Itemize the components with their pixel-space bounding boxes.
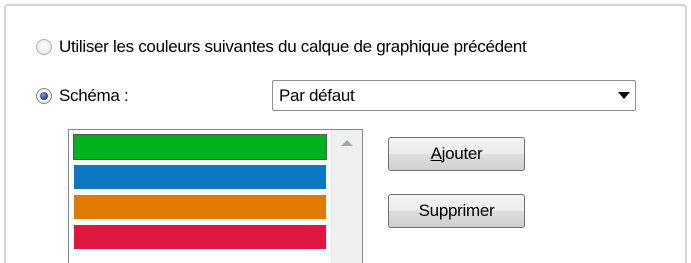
remove-button[interactable]: Supprimer <box>388 194 525 228</box>
color-swatch[interactable] <box>73 134 327 160</box>
scheme-label: Schéma : <box>59 86 129 105</box>
color-swatch[interactable] <box>73 194 327 220</box>
use-previous-colors-label: Utiliser les couleurs suivantes du calqu… <box>59 37 527 56</box>
scheme-dropdown-value: Par défaut <box>279 85 355 105</box>
color-swatch[interactable] <box>73 164 327 190</box>
scheme-dropdown[interactable]: Par défaut <box>272 80 636 111</box>
chevron-down-icon[interactable] <box>613 81 635 110</box>
remove-button-label: Supprimer <box>418 201 495 220</box>
add-button-label: jouter <box>441 144 483 163</box>
color-swatches <box>73 134 327 254</box>
scheme-option[interactable]: Schéma : <box>36 84 129 108</box>
color-list[interactable] <box>68 129 363 263</box>
add-button-mnemonic: A <box>430 144 442 163</box>
color-list-scrollbar[interactable] <box>331 130 362 263</box>
scroll-up-arrow-icon[interactable] <box>332 130 362 156</box>
color-swatch[interactable] <box>73 224 327 250</box>
use-previous-colors-option[interactable]: Utiliser les couleurs suivantes du calqu… <box>36 35 527 59</box>
scheme-radio[interactable] <box>36 88 52 104</box>
use-previous-colors-radio[interactable] <box>36 39 52 55</box>
add-button[interactable]: Ajouter <box>388 137 525 171</box>
